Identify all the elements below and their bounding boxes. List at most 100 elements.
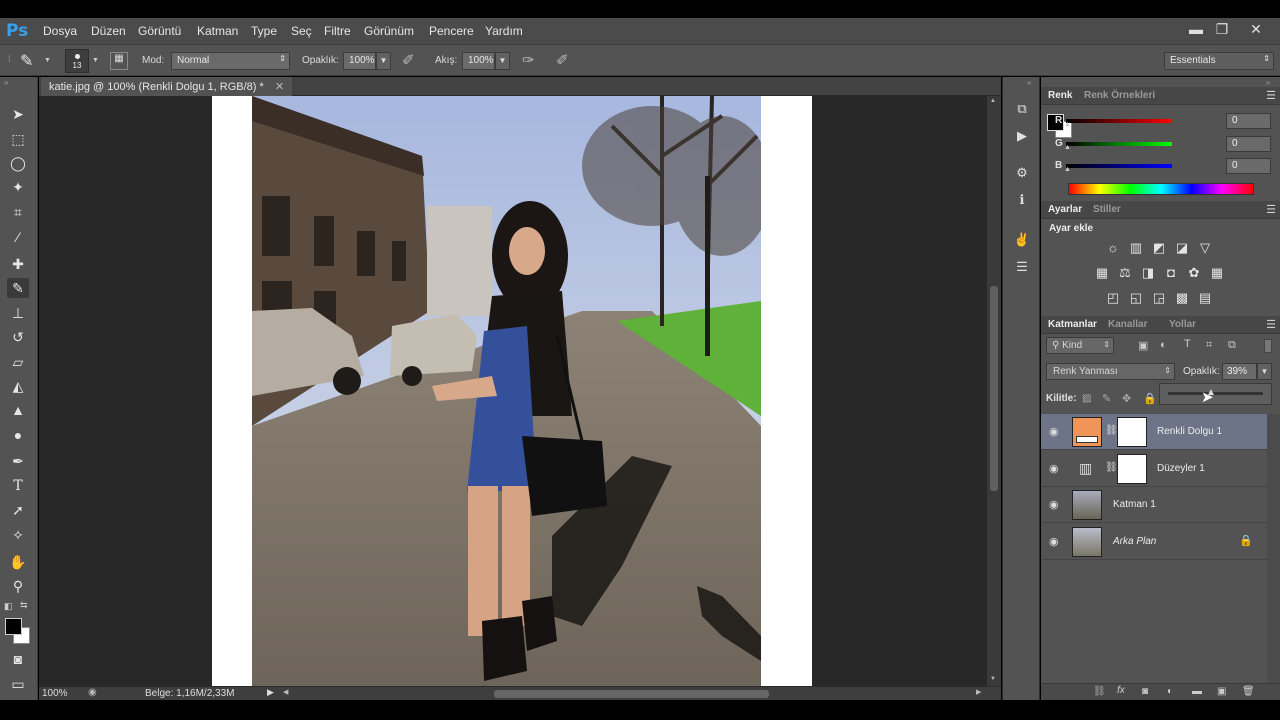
info-panel-icon[interactable]: ℹ (1013, 192, 1031, 210)
mode-select[interactable]: Normal ⇕ (171, 52, 290, 70)
menu-yardim[interactable]: Yardım (485, 24, 523, 38)
healing-brush-icon[interactable]: ✚ (7, 254, 29, 274)
swap-colors-icon[interactable]: ⇆ (20, 600, 28, 611)
hand-icon[interactable]: ✋ (7, 552, 29, 572)
lock-image-icon[interactable]: ✎ (1102, 392, 1111, 405)
exposure-icon[interactable]: ◪ (1173, 240, 1191, 256)
menu-duzen[interactable]: Düzen (91, 24, 126, 38)
layer-filter-select[interactable]: ⚲ Kind ⇕ (1046, 337, 1114, 354)
mask-link-icon[interactable]: ⛓ (1105, 425, 1118, 436)
pen-icon[interactable]: ✒ (7, 451, 29, 471)
gradient-map-icon[interactable]: ▤ (1196, 290, 1214, 306)
layer-opacity-dropdown-icon[interactable]: ▼ (1257, 363, 1272, 380)
selective-color-icon[interactable]: ▩ (1173, 290, 1191, 306)
layers-scrollbar[interactable] (1267, 414, 1280, 691)
new-adjustment-icon[interactable]: ◐ (1167, 686, 1173, 697)
brush-preset-picker[interactable]: 13 (65, 49, 89, 73)
color-panel-menu-icon[interactable]: ☰ (1266, 89, 1276, 102)
color-lookup-icon[interactable]: ▦ (1208, 265, 1226, 281)
default-colors-icon[interactable]: ◧ (4, 601, 13, 612)
new-layer-icon[interactable]: ▣ (1217, 686, 1226, 697)
blue-slider[interactable] (1066, 164, 1172, 168)
move-icon[interactable]: ➤ (7, 104, 29, 124)
layer-row-arka-plan[interactable]: ◉ Arka Plan 🔒 (1041, 524, 1267, 560)
blend-mode-select[interactable]: Renk Yanması ⇕ (1046, 363, 1175, 380)
brush-dropdown-icon[interactable]: ▼ (92, 57, 99, 64)
add-mask-icon[interactable]: ◙ (1142, 686, 1148, 697)
filter-pixel-icon[interactable]: ▣ (1138, 339, 1148, 352)
path-select-icon[interactable]: ➚ (7, 500, 29, 520)
curves-icon[interactable]: ◩ (1150, 240, 1168, 256)
green-value-field[interactable]: 0 (1226, 136, 1271, 152)
menu-dosya[interactable]: Dosya (43, 24, 77, 38)
color-spectrum-ramp[interactable] (1068, 183, 1254, 195)
document-tab[interactable]: katie.jpg @ 100% (Renkli Dolgu 1, RGB/8)… (41, 77, 293, 96)
eraser-icon[interactable]: ▱ (7, 352, 29, 372)
quick-mask-icon[interactable]: ◙ (7, 649, 29, 669)
vertical-scrollbar[interactable]: ▲ ▼ (987, 96, 1001, 686)
foreground-color-swatch[interactable] (5, 618, 22, 635)
tab-kanallar[interactable]: Kanallar (1108, 319, 1147, 330)
filter-shape-icon[interactable]: ⌗ (1206, 339, 1212, 352)
opacity-input[interactable]: 100% (343, 52, 376, 70)
scroll-down-icon[interactable]: ▼ (990, 676, 996, 682)
layer-mask-thumbnail[interactable] (1117, 417, 1147, 447)
tab-renk-ornekleri[interactable]: Renk Örnekleri (1084, 90, 1155, 101)
history-brush-icon[interactable]: ↺ (7, 327, 29, 347)
layers-panel-menu-icon[interactable]: ☰ (1266, 318, 1276, 331)
eyedropper-icon[interactable]: ⁄ (7, 227, 29, 247)
adjustments-panel-menu-icon[interactable]: ☰ (1266, 203, 1276, 216)
lock-position-icon[interactable]: ✥ (1122, 392, 1131, 405)
actions-panel-icon[interactable]: ▶ (1013, 128, 1031, 146)
invert-icon[interactable]: ◰ (1104, 290, 1122, 306)
lasso-icon[interactable]: ◯ (7, 153, 29, 173)
blur-icon[interactable]: ▲ (7, 400, 29, 420)
vibrance-icon[interactable]: ▽ (1196, 240, 1214, 256)
collapse-tools-icon[interactable]: » (4, 78, 8, 87)
visibility-eye-icon[interactable]: ◉ (1049, 498, 1059, 511)
history-panel-icon[interactable]: ⧉ (1013, 101, 1031, 119)
brightness-contrast-icon[interactable]: ☼ (1104, 240, 1122, 256)
tab-renk[interactable]: Renk (1048, 90, 1072, 101)
layer-mask-thumbnail[interactable] (1117, 454, 1147, 484)
scroll-up-icon[interactable]: ▲ (990, 98, 996, 104)
visibility-eye-icon[interactable]: ◉ (1049, 425, 1059, 438)
filter-toggle[interactable] (1264, 339, 1272, 353)
menu-gorunum[interactable]: Görünüm (364, 24, 414, 38)
flow-dropdown-icon[interactable]: ▼ (495, 52, 510, 70)
layer-thumbnail[interactable] (1072, 527, 1102, 557)
pressure-size-icon[interactable]: ✐ (556, 51, 569, 69)
lock-all-icon[interactable]: 🔒 (1143, 392, 1157, 405)
tab-yollar[interactable]: Yollar (1169, 319, 1196, 330)
layer-row-duzeyler[interactable]: ◉ ▥ ⛓ Düzeyler 1 (1041, 451, 1267, 487)
blue-slider-handle-icon[interactable]: ▲ (1064, 166, 1071, 173)
filter-type-icon[interactable]: T (1184, 338, 1191, 350)
menu-pencere[interactable]: Pencere (429, 24, 474, 38)
expand-strip-icon[interactable]: « (1027, 78, 1031, 87)
menu-filtre[interactable]: Filtre (324, 24, 351, 38)
menu-type[interactable]: Type (251, 24, 277, 38)
tool-preset-dropdown-icon[interactable]: ▼ (44, 57, 51, 64)
horizontal-scroll-thumb[interactable] (494, 690, 769, 698)
green-slider-handle-icon[interactable]: ▲ (1064, 144, 1071, 151)
menu-goruntu[interactable]: Görüntü (138, 24, 181, 38)
photo-image[interactable] (252, 96, 761, 686)
visibility-eye-icon[interactable]: ◉ (1049, 535, 1059, 548)
brush-settings-panel-icon[interactable]: ☰ (1013, 259, 1031, 277)
layer-opacity-input[interactable]: 39% (1222, 363, 1257, 380)
color-balance-icon[interactable]: ⚖ (1116, 265, 1134, 281)
workspace-switcher[interactable]: Essentials ⇕ (1164, 52, 1274, 70)
menu-katman[interactable]: Katman (197, 24, 238, 38)
pressure-opacity-icon[interactable]: ✐ (402, 51, 415, 69)
close-document-icon[interactable]: ✕ (275, 81, 284, 93)
opacity-dropdown-icon[interactable]: ▼ (376, 52, 391, 70)
shape-icon[interactable]: ✧ (7, 525, 29, 545)
menu-sec[interactable]: Seç (291, 24, 312, 38)
blue-value-field[interactable]: 0 (1226, 158, 1271, 174)
layer-row-katman[interactable]: ◉ Katman 1 (1041, 487, 1267, 523)
marquee-icon[interactable]: ⬚ (7, 129, 29, 149)
dodge-icon[interactable]: ● (7, 425, 29, 445)
red-slider[interactable] (1066, 119, 1172, 123)
flow-input[interactable]: 100% (462, 52, 495, 70)
airbrush-icon[interactable]: ✑ (522, 51, 535, 69)
